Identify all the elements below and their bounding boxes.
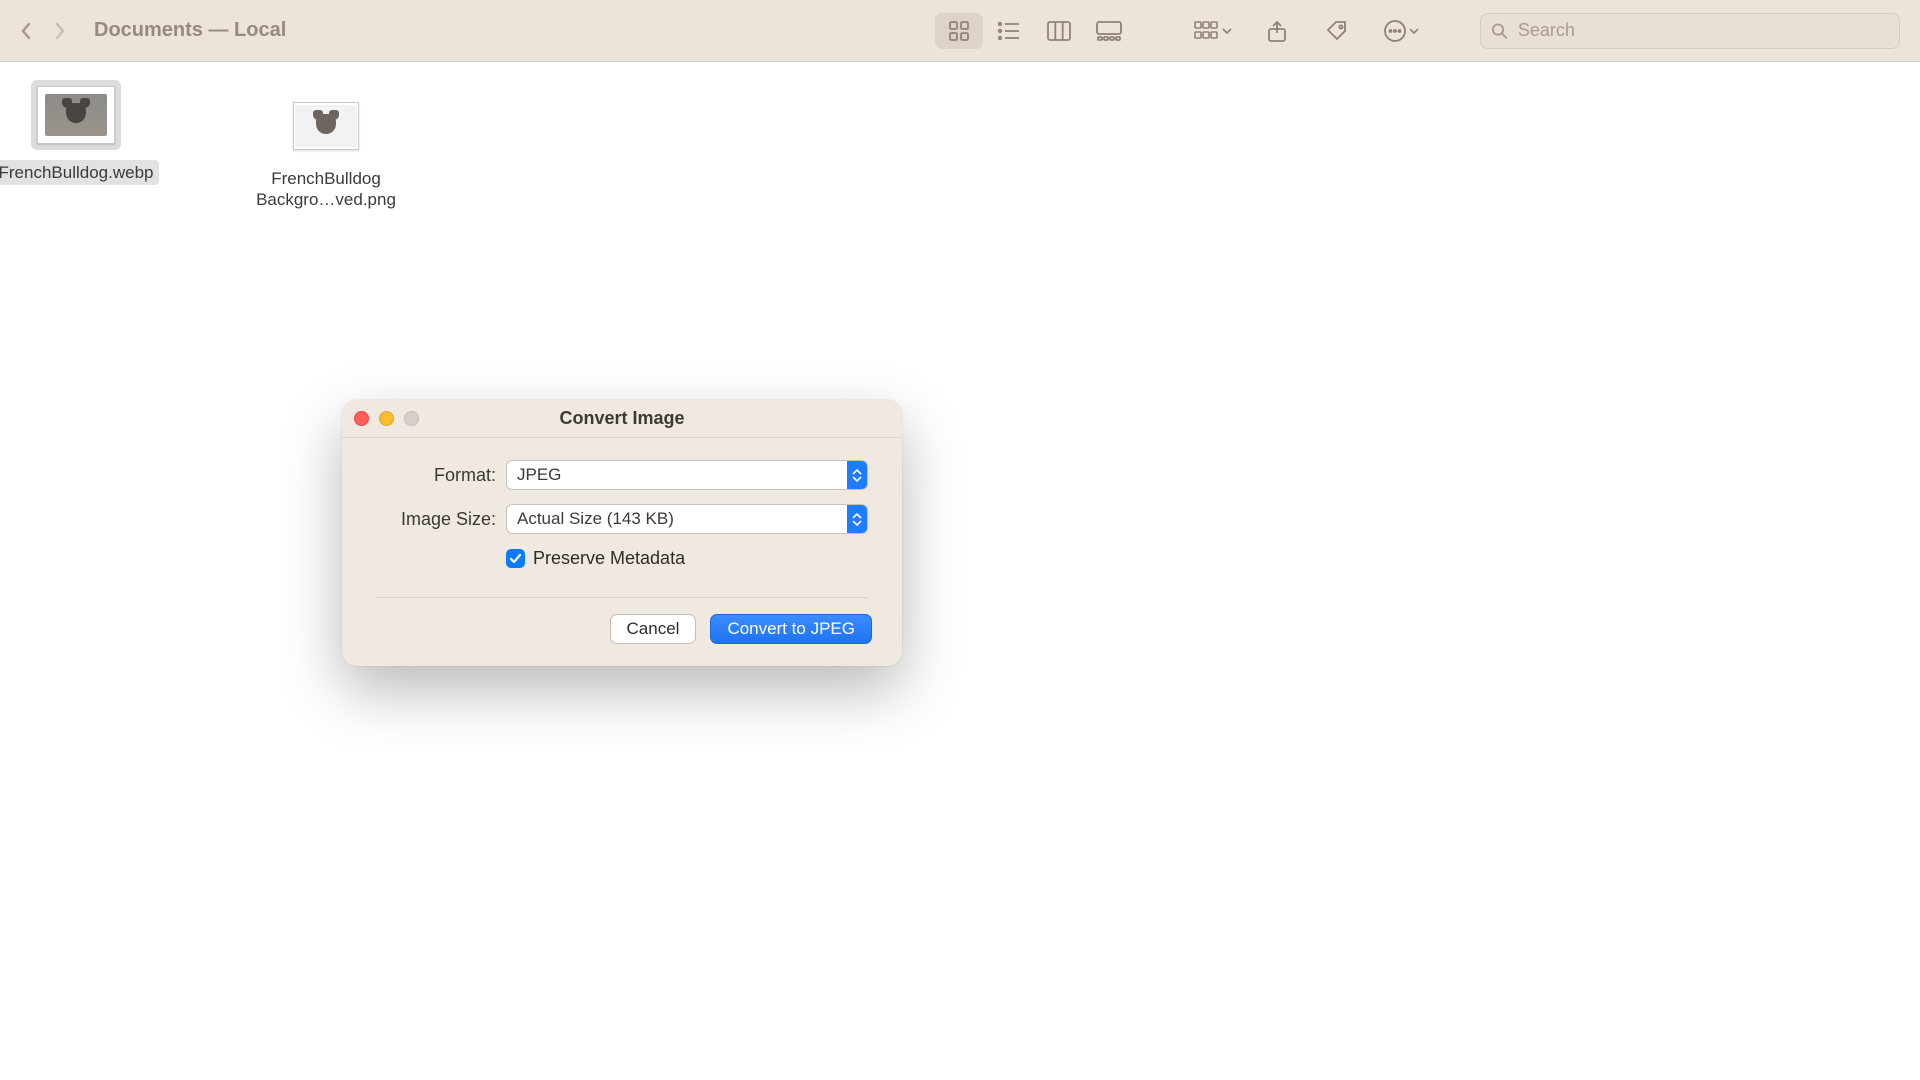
format-select[interactable]: JPEG (506, 460, 868, 490)
cancel-button[interactable]: Cancel (610, 614, 697, 644)
window-title: Documents — Local (94, 19, 286, 42)
icon-view-button[interactable] (935, 13, 983, 49)
search-input[interactable] (1516, 19, 1889, 42)
convert-button[interactable]: Convert to JPEG (710, 614, 872, 644)
finder-toolbar: Documents — Local (0, 0, 1920, 62)
chevron-down-icon (1222, 26, 1232, 36)
window-minimize-button[interactable] (379, 411, 394, 426)
window-close-button[interactable] (354, 411, 369, 426)
search-icon (1491, 22, 1508, 40)
view-mode-group (934, 13, 1134, 49)
image-size-label: Image Size: (376, 509, 496, 530)
search-field[interactable] (1480, 13, 1900, 49)
preserve-metadata-label: Preserve Metadata (533, 548, 685, 569)
file-grid: FrenchBulldog.webp FrenchBulldog Backgro… (0, 62, 1920, 231)
select-stepper-icon (847, 461, 867, 489)
more-actions-button[interactable] (1373, 13, 1429, 49)
preserve-metadata-checkbox[interactable] (506, 549, 525, 568)
select-stepper-icon (847, 505, 867, 533)
list-view-button[interactable] (985, 13, 1033, 49)
format-value: JPEG (517, 465, 561, 485)
forward-button[interactable] (52, 21, 68, 41)
file-item[interactable]: FrenchBulldog.webp (0, 80, 166, 185)
share-button[interactable] (1253, 13, 1301, 49)
column-view-button[interactable] (1035, 13, 1083, 49)
chevron-down-icon (1409, 26, 1419, 36)
dialog-title: Convert Image (559, 408, 684, 429)
group-by-button[interactable] (1185, 13, 1241, 49)
convert-image-dialog: Convert Image Format: JPEG Image Size: A… (342, 400, 902, 666)
format-label: Format: (376, 465, 496, 486)
gallery-view-button[interactable] (1085, 13, 1133, 49)
checkmark-icon (509, 552, 522, 565)
dialog-titlebar: Convert Image (342, 400, 902, 438)
back-button[interactable] (18, 21, 34, 41)
tags-button[interactable] (1313, 13, 1361, 49)
image-size-select[interactable]: Actual Size (143 KB) (506, 504, 868, 534)
image-size-value: Actual Size (143 KB) (517, 509, 674, 529)
file-name-label: FrenchBulldog Backgro…ved.png (241, 166, 411, 213)
file-item[interactable]: FrenchBulldog Backgro…ved.png (236, 80, 416, 213)
window-zoom-button (404, 411, 419, 426)
file-name-label: FrenchBulldog.webp (0, 160, 159, 185)
